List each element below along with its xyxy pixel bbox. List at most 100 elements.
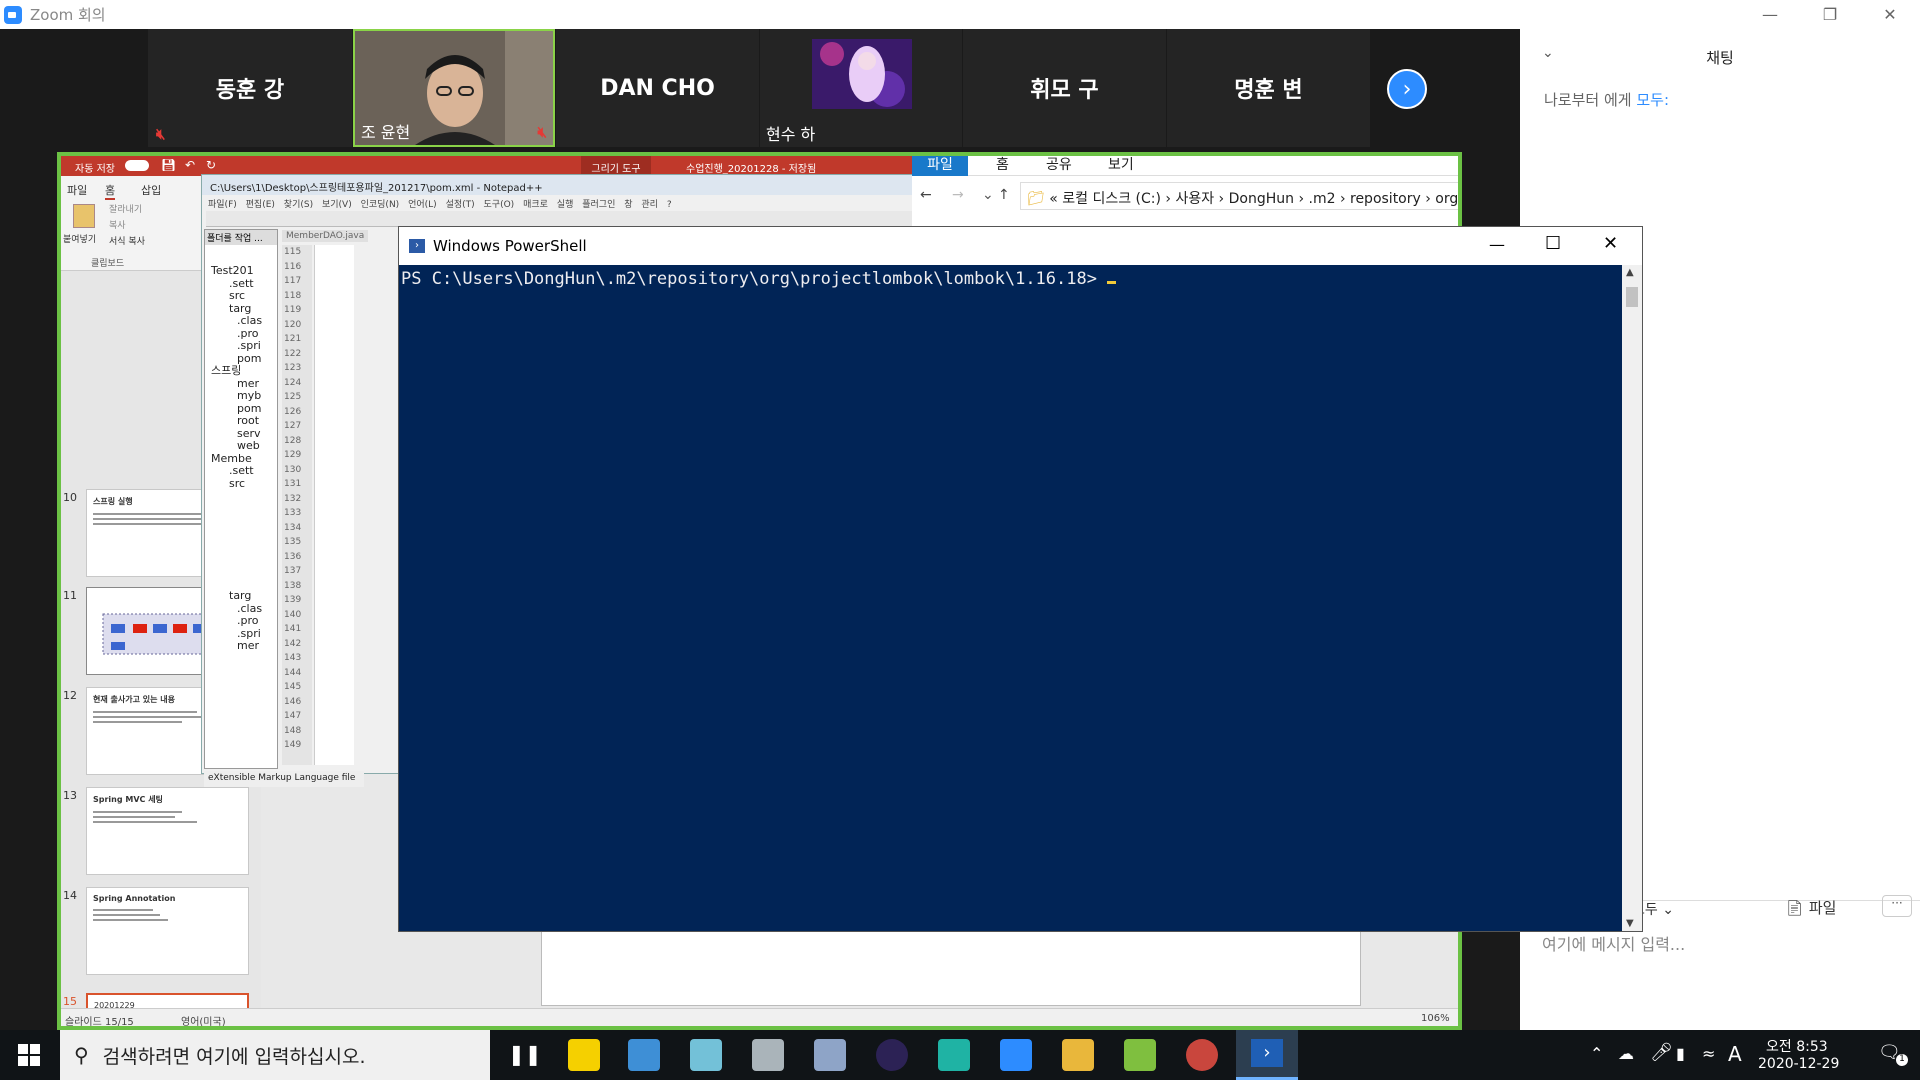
menu-item[interactable]: 창 관리: [624, 200, 658, 210]
tree-item[interactable]: myb: [211, 389, 277, 403]
chat-input[interactable]: 여기에 메시지 입력...: [1542, 931, 1685, 955]
redo-icon[interactable]: ↻: [206, 158, 216, 172]
scroll-down-icon[interactable]: ▼: [1626, 918, 1634, 929]
ribbon-tab-view[interactable]: 보기: [1108, 156, 1134, 174]
dbeaver-icon[interactable]: [938, 1039, 970, 1071]
microphone-icon[interactable]: 🎤︎: [1650, 1042, 1673, 1063]
tree-item[interactable]: mer: [211, 639, 277, 653]
tree-item[interactable]: src: [211, 477, 277, 491]
zoom-level[interactable]: 106%: [1421, 1013, 1450, 1024]
database-icon[interactable]: [814, 1039, 846, 1071]
powershell-taskbar-button[interactable]: ›: [1236, 1030, 1298, 1080]
clock-time[interactable]: 오전 8:53: [1766, 1036, 1828, 1056]
wifi-icon[interactable]: ≈: [1702, 1044, 1715, 1063]
tree-item[interactable]: src: [211, 289, 277, 303]
paste-label[interactable]: 붙여넣기: [63, 232, 96, 245]
eclipse-icon[interactable]: [876, 1039, 908, 1071]
more-button[interactable]: ···: [1882, 895, 1912, 917]
ribbon-tab-share[interactable]: 공유: [1046, 156, 1072, 174]
tree-item[interactable]: web: [211, 439, 277, 453]
ribbon-tab-home[interactable]: 홈: [996, 156, 1009, 174]
recent-chevron-icon[interactable]: ⌄: [982, 187, 994, 203]
breadcrumb-item[interactable]: DongHun: [1229, 191, 1294, 207]
menu-item[interactable]: 파일(F): [208, 200, 237, 210]
menu-item[interactable]: ?: [667, 200, 672, 210]
paste-icon[interactable]: [73, 204, 95, 228]
kakaotalk-icon[interactable]: [568, 1039, 600, 1071]
participant-tile[interactable]: DAN CHO: [556, 29, 759, 147]
copy-label[interactable]: 복사: [109, 218, 126, 231]
tree-item[interactable]: .pro: [211, 614, 277, 628]
scroll-up-icon[interactable]: ▲: [1626, 267, 1634, 278]
menu-item[interactable]: 보기(V): [322, 200, 352, 210]
menu-item[interactable]: 플러그인: [582, 200, 615, 210]
tree-item[interactable]: .sett: [211, 464, 277, 478]
ribbon-tab-file[interactable]: 파일: [912, 156, 968, 176]
file-button[interactable]: 📄︎ 파일: [1785, 897, 1836, 918]
tree-item[interactable]: .clas: [211, 314, 277, 328]
chat-to-target[interactable]: 모두:: [1636, 91, 1669, 109]
breadcrumb-item[interactable]: repository: [1350, 191, 1421, 207]
ribbon-tab-home[interactable]: 홈: [105, 182, 116, 200]
task-view-icon[interactable]: ❚❚: [508, 1042, 542, 1066]
battery-icon[interactable]: ▮: [1676, 1044, 1685, 1063]
taskbar-search-box[interactable]: ⚲ 검색하려면 여기에 입력하십시오.: [60, 1030, 490, 1080]
menu-item[interactable]: 실행: [557, 200, 574, 210]
minimize-icon[interactable]: —: [1489, 235, 1505, 254]
powershell-console[interactable]: PS C:\Users\DongHun\.m2\repository\org\p…: [399, 265, 1622, 931]
menu-item[interactable]: 언어(L): [408, 200, 437, 210]
menu-item[interactable]: 인코딩(N): [361, 200, 400, 210]
menu-item[interactable]: 찾기(S): [284, 200, 313, 210]
close-icon[interactable]: ✕: [1603, 233, 1618, 254]
windows-start-icon[interactable]: [18, 1044, 40, 1066]
slide-thumbnail[interactable]: Spring MVC 세팅: [86, 787, 249, 875]
ribbon-tab-insert[interactable]: 삽입: [141, 182, 161, 198]
participant-tile[interactable]: 명훈 변: [1167, 29, 1370, 147]
participant-tile[interactable]: 동훈 강 🔇︎: [148, 29, 352, 147]
forward-icon[interactable]: →: [952, 187, 964, 203]
notepad-icon[interactable]: [690, 1039, 722, 1071]
drawing-tools-tab[interactable]: 그리기 도구: [581, 156, 651, 176]
menu-item[interactable]: 도구(O): [484, 200, 515, 210]
ime-indicator[interactable]: A: [1728, 1042, 1742, 1066]
tree-item[interactable]: 스프링: [211, 364, 277, 378]
pc-icon[interactable]: [628, 1039, 660, 1071]
paint-icon[interactable]: [752, 1039, 784, 1071]
breadcrumb-item[interactable]: 로컬 디스크 (C:): [1062, 191, 1161, 207]
menu-item[interactable]: 편집(E): [246, 200, 275, 210]
menu-item[interactable]: 매크로: [523, 200, 548, 210]
editor-tab[interactable]: MemberDAO.java: [282, 230, 369, 242]
participant-video-tile[interactable]: 현수 하: [760, 29, 962, 147]
ribbon-tab-file[interactable]: 파일: [67, 182, 87, 198]
scrollbar[interactable]: ▲ ▼: [1622, 265, 1642, 931]
breadcrumb[interactable]: 📁︎ « 로컬 디스크 (C:) › 사용자 › DongHun › .m2 ›…: [1020, 182, 1458, 210]
restore-icon[interactable]: ❐: [1800, 0, 1860, 29]
participant-video-tile[interactable]: 조 윤현 🔇︎: [353, 29, 555, 147]
participant-tile[interactable]: 휘모 구: [963, 29, 1166, 147]
cloud-icon[interactable]: ☁: [1618, 1044, 1634, 1063]
zoom-icon[interactable]: [1000, 1039, 1032, 1071]
breadcrumb-item[interactable]: org: [1435, 191, 1458, 207]
maximize-icon[interactable]: ☐: [1545, 233, 1561, 254]
slide-thumbnail[interactable]: Spring Annotation: [86, 887, 249, 975]
clock-date[interactable]: 2020-12-29: [1758, 1056, 1839, 1072]
tree-item[interactable]: targ: [211, 589, 277, 603]
scroll-thumb[interactable]: [1626, 287, 1638, 307]
save-icon[interactable]: 💾︎: [161, 158, 176, 172]
cut-label[interactable]: 잘라내기: [109, 202, 142, 215]
editor-area[interactable]: [314, 245, 354, 765]
tray-overflow-icon[interactable]: ⌃: [1590, 1044, 1603, 1063]
menu-item[interactable]: 설정(T): [446, 200, 475, 210]
file-explorer-icon[interactable]: [1062, 1039, 1094, 1071]
format-painter-label[interactable]: 서식 복사: [109, 234, 145, 247]
notepad-plus-plus-icon[interactable]: [1124, 1039, 1156, 1071]
breadcrumb-item[interactable]: .m2: [1309, 191, 1336, 207]
undo-icon[interactable]: ↶: [185, 158, 195, 172]
next-page-button[interactable]: ›: [1387, 69, 1427, 109]
up-icon[interactable]: ↑: [998, 187, 1010, 203]
language-indicator[interactable]: 영어(미국): [181, 1013, 226, 1026]
minimize-icon[interactable]: —: [1740, 0, 1800, 29]
settings-app-icon[interactable]: [1186, 1039, 1218, 1071]
tree-item[interactable]: Test201: [211, 264, 277, 278]
back-icon[interactable]: ←: [920, 187, 932, 203]
